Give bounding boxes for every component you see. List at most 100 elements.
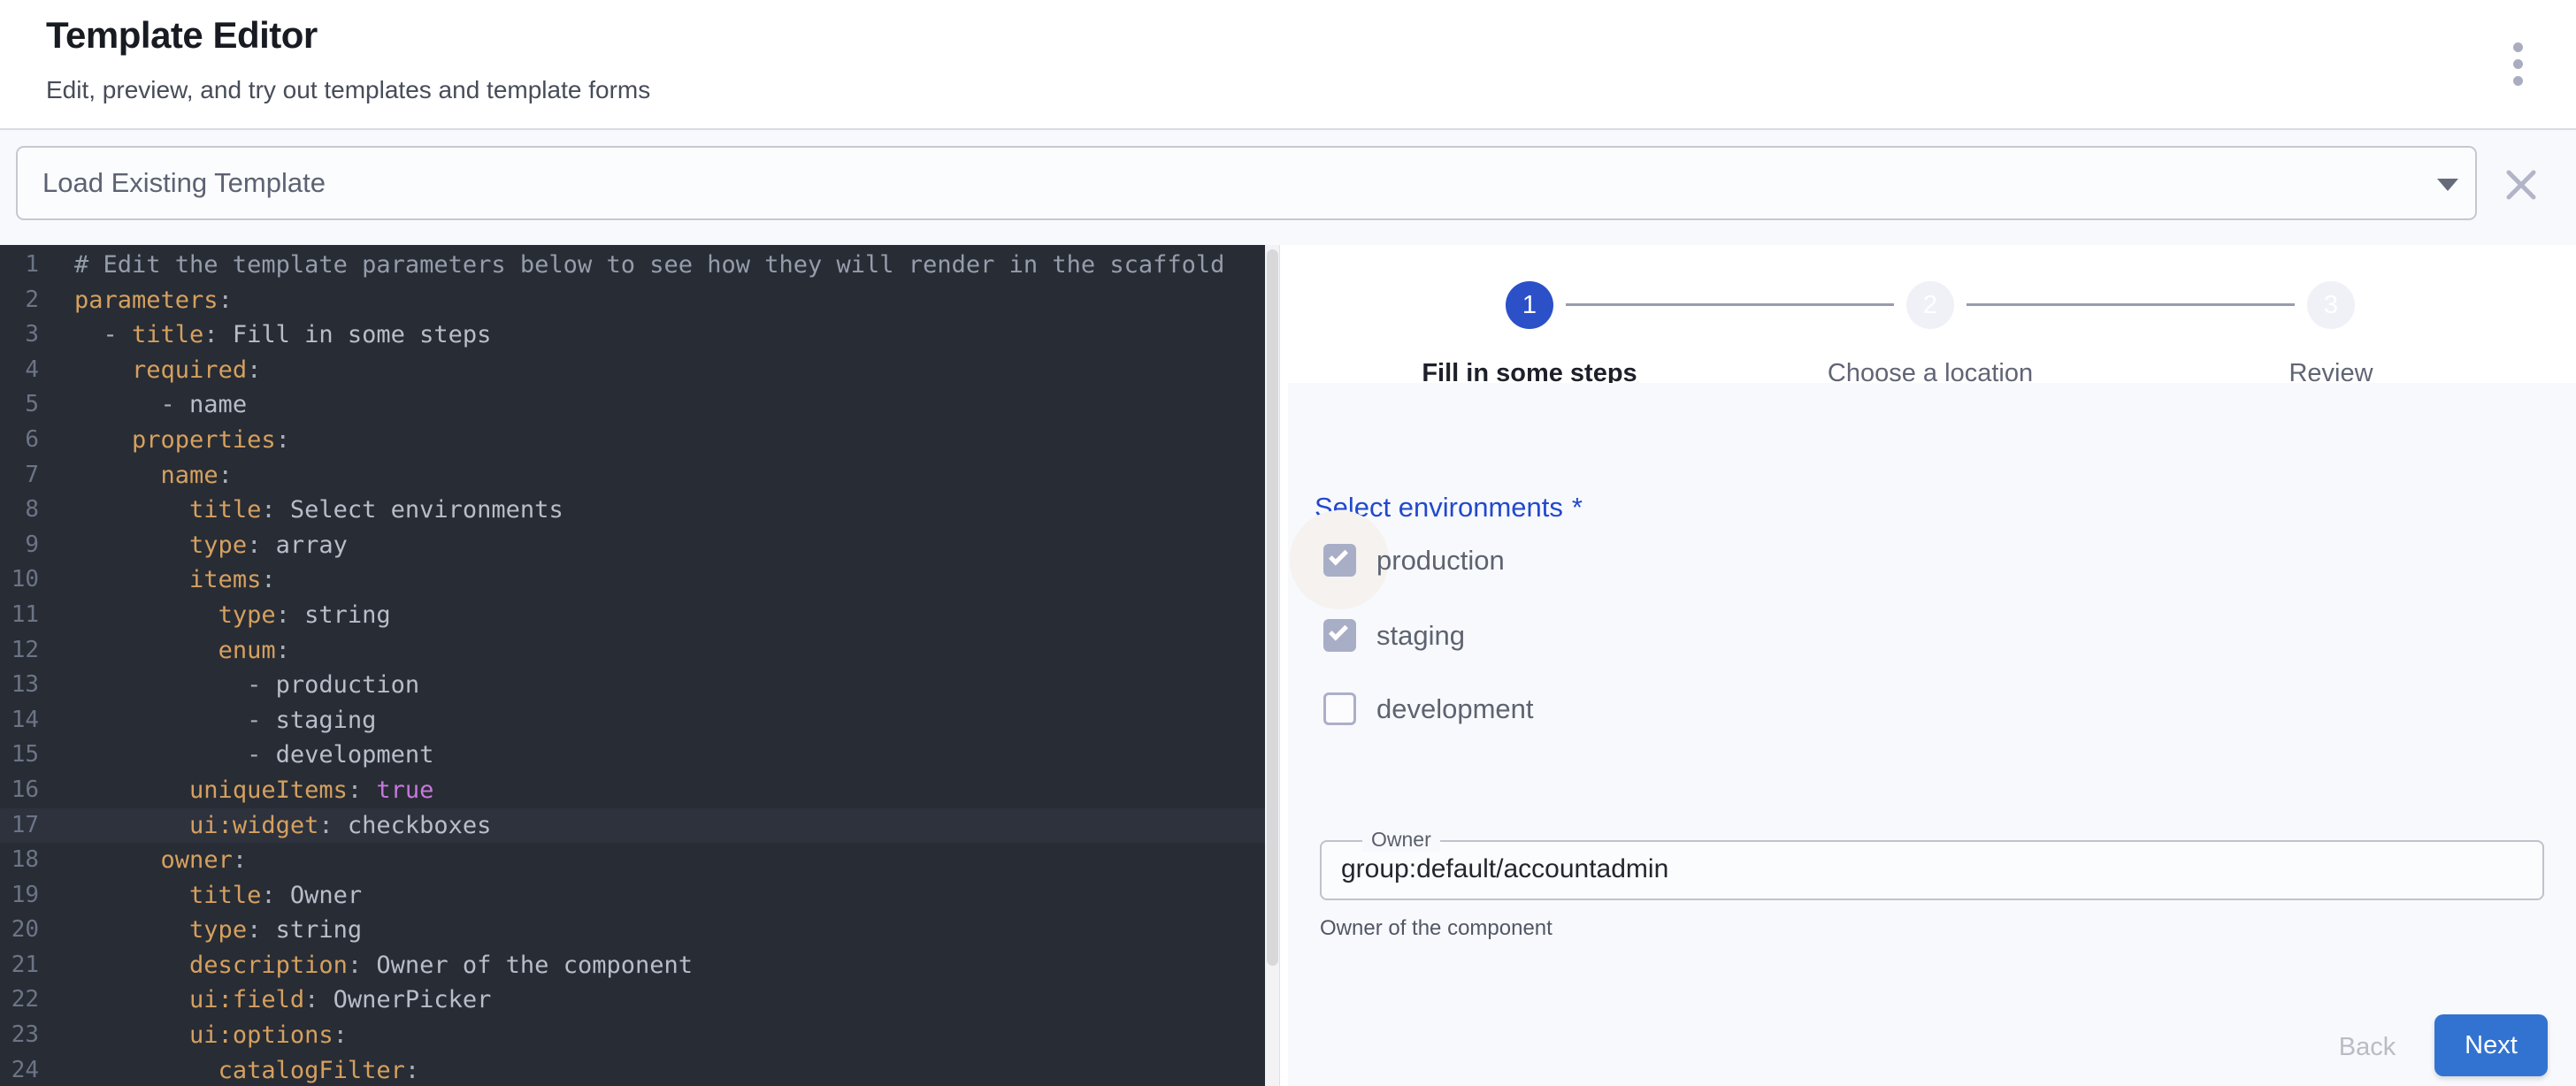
code-line[interactable]: 1# Edit the template parameters below to…: [0, 248, 1265, 283]
code-text: owner:: [74, 843, 247, 878]
token-punc: [74, 846, 161, 874]
token-punc: -: [74, 391, 189, 418]
code-line[interactable]: 13 - production: [0, 668, 1265, 703]
page-header: Template Editor Edit, preview, and try o…: [0, 0, 2576, 128]
token-punc: [74, 882, 189, 909]
token-punc: [74, 1021, 189, 1049]
line-number: 16: [0, 773, 39, 808]
token-val: string: [276, 916, 363, 944]
code-line[interactable]: 17 ui:widget: checkboxes: [0, 808, 1265, 844]
token-punc: :: [348, 952, 377, 979]
token-punc: :: [203, 321, 233, 348]
token-val: array: [276, 532, 348, 559]
code-text: ui:options:: [74, 1018, 348, 1053]
form-card: [1288, 383, 2576, 1086]
line-number: 8: [0, 493, 39, 528]
code-line[interactable]: 7 name:: [0, 458, 1265, 493]
token-punc: :: [218, 287, 233, 314]
back-button[interactable]: Back: [2296, 1024, 2438, 1070]
code-line[interactable]: 10 items:: [0, 562, 1265, 598]
checkbox-checked-icon[interactable]: [1323, 544, 1356, 577]
checkbox-unchecked-icon[interactable]: [1323, 692, 1356, 725]
code-line[interactable]: 9 type: array: [0, 528, 1265, 563]
kebab-menu-button[interactable]: [2493, 35, 2542, 94]
code-text: ui:widget: checkboxes: [74, 808, 491, 844]
token-val: Owner: [290, 882, 362, 909]
token-punc: :: [247, 356, 261, 384]
token-punc: [74, 426, 132, 454]
line-number: 14: [0, 703, 39, 738]
next-button[interactable]: Next: [2434, 1014, 2548, 1076]
code-text: - title: Fill in some steps: [74, 317, 491, 353]
checkbox-checked-icon[interactable]: [1323, 619, 1356, 652]
token-punc: [74, 356, 132, 384]
code-line[interactable]: 12 enum:: [0, 633, 1265, 669]
checkbox-label: development: [1376, 693, 1534, 725]
code-text: properties:: [74, 423, 290, 458]
code-line[interactable]: 20 type: string: [0, 913, 1265, 948]
token-punc: [74, 952, 189, 979]
owner-field-value[interactable]: group:default/accountadmin: [1341, 840, 1668, 900]
code-line[interactable]: 24 catalogFilter:: [0, 1053, 1265, 1086]
checkbox-row-development[interactable]: development: [1323, 692, 1534, 725]
token-punc: [74, 637, 218, 664]
token-punc: :: [318, 812, 348, 839]
token-val: Owner of the component: [376, 952, 693, 979]
code-line[interactable]: 4 required:: [0, 353, 1265, 388]
close-button[interactable]: [2502, 165, 2541, 204]
code-line[interactable]: 23 ui:options:: [0, 1018, 1265, 1053]
token-key: properties: [132, 426, 276, 454]
token-comment: # Edit the template parameters below to …: [74, 251, 1224, 279]
caret-down-icon[interactable]: [2437, 179, 2458, 191]
code-text: title: Select environments: [74, 493, 564, 528]
code-line[interactable]: 11 type: string: [0, 598, 1265, 633]
token-punc: [74, 1057, 218, 1084]
load-existing-template-combobox[interactable]: Load Existing Template: [16, 146, 2477, 220]
token-key: items: [189, 566, 261, 593]
step-connector: [1566, 303, 1894, 306]
token-val: staging: [276, 707, 377, 734]
code-text: ui:field: OwnerPicker: [74, 983, 491, 1018]
code-line[interactable]: 3 - title: Fill in some steps: [0, 317, 1265, 353]
checkbox-row-staging[interactable]: staging: [1323, 619, 1465, 652]
token-key: uniqueItems: [189, 776, 348, 804]
token-punc: :: [276, 601, 305, 629]
code-line[interactable]: 5 - name: [0, 387, 1265, 423]
code-line[interactable]: 6 properties:: [0, 423, 1265, 458]
token-key: title: [189, 496, 261, 524]
token-punc: :: [405, 1057, 419, 1084]
editor-scrollbar-thumb[interactable]: [1267, 249, 1278, 966]
token-key: type: [218, 601, 276, 629]
kebab-menu-icon: [2513, 59, 2523, 69]
code-text: type: array: [74, 528, 348, 563]
token-key: required: [132, 356, 247, 384]
code-line[interactable]: 8 title: Select environments: [0, 493, 1265, 528]
code-text: uniqueItems: true: [74, 773, 433, 808]
token-punc: :: [261, 566, 275, 593]
editor-scrollbar-track[interactable]: [1265, 245, 1280, 1086]
line-number: 21: [0, 948, 39, 983]
code-text: - production: [74, 668, 419, 703]
code-line[interactable]: 16 uniqueItems: true: [0, 773, 1265, 808]
token-punc: :: [247, 532, 276, 559]
token-key: owner: [161, 846, 233, 874]
checkmark-icon: [1329, 547, 1348, 566]
code-line[interactable]: 19 title: Owner: [0, 878, 1265, 914]
line-number: 18: [0, 843, 39, 878]
code-line[interactable]: 21 description: Owner of the component: [0, 948, 1265, 983]
code-line[interactable]: 2parameters:: [0, 283, 1265, 318]
code-line[interactable]: 15 - development: [0, 738, 1265, 773]
token-key: catalogFilter: [218, 1057, 405, 1084]
code-line[interactable]: 22 ui:field: OwnerPicker: [0, 983, 1265, 1018]
code-editor[interactable]: 1# Edit the template parameters below to…: [0, 245, 1265, 1086]
line-number: 20: [0, 913, 39, 948]
line-number: 13: [0, 668, 39, 703]
token-punc: [74, 916, 189, 944]
step-circle-3: 3: [2307, 281, 2355, 329]
code-line[interactable]: 18 owner:: [0, 843, 1265, 878]
checkbox-row-production[interactable]: production: [1323, 544, 1505, 577]
code-text: - staging: [74, 703, 376, 738]
token-punc: [74, 986, 189, 1013]
code-line[interactable]: 14 - staging: [0, 703, 1265, 738]
line-number: 3: [0, 317, 39, 353]
